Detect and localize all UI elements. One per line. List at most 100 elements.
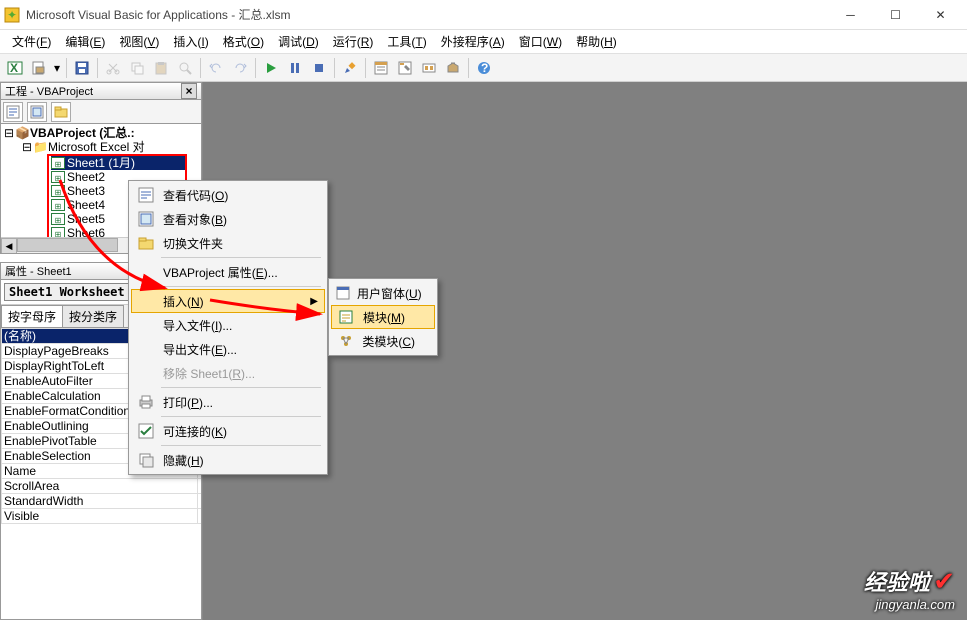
undo-icon[interactable]	[205, 57, 227, 79]
property-row[interactable]: StandardWidth8.38	[2, 494, 202, 509]
ctx-item-label: 查看对象(B)	[163, 211, 227, 228]
project-explorer-icon[interactable]	[370, 57, 392, 79]
design-icon[interactable]	[339, 57, 361, 79]
menu-编辑[interactable]: 编辑(E)	[59, 31, 111, 52]
ctx-item-用户窗体[interactable]: 用户窗体(U)	[331, 281, 435, 305]
run-icon[interactable]	[260, 57, 282, 79]
menu-工具[interactable]: 工具(T)	[381, 31, 432, 52]
pause-icon[interactable]	[284, 57, 306, 79]
class-icon	[335, 331, 356, 351]
blank-icon	[135, 291, 157, 311]
dropdown-arrow-icon[interactable]: ▾	[52, 57, 62, 79]
scroll-left-icon[interactable]: ◀	[1, 238, 17, 254]
copy-icon[interactable]	[126, 57, 148, 79]
menu-窗口[interactable]: 窗口(W)	[513, 31, 568, 52]
menu-插入[interactable]: 插入(I)	[167, 31, 214, 52]
menu-格式[interactable]: 格式(O)	[217, 31, 270, 52]
redo-icon[interactable]	[229, 57, 251, 79]
form-icon	[335, 283, 351, 303]
titlebar: ✦ Microsoft Visual Basic for Application…	[0, 0, 967, 30]
menu-外接程序[interactable]: 外接程序(A)	[435, 31, 511, 52]
tree-root[interactable]: ⊟ 📦 VBAProject (汇总.:	[3, 126, 199, 140]
blank-icon	[135, 363, 157, 383]
excel-icon[interactable]: X	[4, 57, 26, 79]
blank-icon	[135, 339, 157, 359]
save-icon[interactable]	[71, 57, 93, 79]
ctx-item-label: 导出文件(E)...	[163, 341, 237, 358]
obj-icon	[135, 209, 157, 229]
ctx-item-移除 Sheet1: 移除 Sheet1(R)...	[131, 361, 325, 385]
project-panel-toolbar	[0, 100, 202, 124]
cut-icon[interactable]	[102, 57, 124, 79]
menu-运行[interactable]: 运行(R)	[327, 31, 380, 52]
submenu-arrow-icon: ▶	[310, 296, 318, 307]
maximize-button[interactable]: ☐	[873, 1, 918, 29]
ctx-separator	[161, 445, 321, 446]
find-icon[interactable]	[174, 57, 196, 79]
context-menu: 查看代码(O) 查看对象(B) 切换文件夹 VBAProject 属性(E)... 插入…	[128, 180, 328, 475]
check-icon	[135, 421, 157, 441]
ctx-separator	[161, 387, 321, 388]
svg-text:?: ?	[481, 61, 488, 75]
project-panel-close[interactable]: ×	[181, 83, 197, 99]
ctx-item-导出文件[interactable]: 导出文件(E)...	[131, 337, 325, 361]
paste-icon[interactable]	[150, 57, 172, 79]
toggle-folders-icon[interactable]	[51, 102, 71, 122]
view-object-icon[interactable]	[27, 102, 47, 122]
menu-调试[interactable]: 调试(D)	[272, 31, 325, 52]
ctx-separator	[161, 257, 321, 258]
view-code-icon[interactable]	[3, 102, 23, 122]
menubar: 文件(F)编辑(E)视图(V)插入(I)格式(O)调试(D)运行(R)工具(T)…	[0, 30, 967, 54]
ctx-item-label: 插入(N)	[163, 293, 204, 310]
ctx-item-打印[interactable]: 打印(P)...	[131, 390, 325, 414]
code-icon	[135, 185, 157, 205]
blank-icon	[135, 262, 157, 282]
ctx-item-查看对象[interactable]: 查看对象(B)	[131, 207, 325, 231]
tab-alphabetic[interactable]: 按字母序	[1, 305, 63, 327]
ctx-item-label: 可连接的(K)	[163, 423, 227, 440]
folder-icon	[135, 233, 157, 253]
ctx-item-VBAProject 属性[interactable]: VBAProject 属性(E)...	[131, 260, 325, 284]
property-row[interactable]: Visible-1 - xlSheetV	[2, 509, 202, 524]
ctx-item-类模块[interactable]: 类模块(C)	[331, 329, 435, 353]
ctx-separator	[161, 416, 321, 417]
help-icon[interactable]: ?	[473, 57, 495, 79]
ctx-item-导入文件[interactable]: 导入文件(I)...	[131, 313, 325, 337]
toolbar: X ▾ ?	[0, 54, 967, 82]
menu-视图[interactable]: 视图(V)	[113, 31, 165, 52]
property-row[interactable]: ScrollArea	[2, 479, 202, 494]
project-panel-title: 工程 - VBAProject ×	[0, 82, 202, 100]
watermark: 经验啦 ✔ jingyanla.com	[864, 565, 955, 612]
ctx-item-可连接的[interactable]: 可连接的(K)	[131, 419, 325, 443]
tree-sheet-item[interactable]: ⊞Sheet1 (1月)	[51, 156, 185, 170]
menu-帮助[interactable]: 帮助(H)	[570, 31, 623, 52]
ctx-item-label: 移除 Sheet1(R)...	[163, 365, 255, 382]
ctx-item-label: 隐藏(H)	[163, 452, 204, 469]
ctx-item-插入[interactable]: 插入(N) ▶	[131, 289, 325, 313]
toolbox-icon[interactable]	[442, 57, 464, 79]
project-panel-title-text: 工程 - VBAProject	[5, 83, 181, 99]
blank-icon	[135, 315, 157, 335]
object-browser-icon[interactable]	[418, 57, 440, 79]
minimize-button[interactable]: ─	[828, 1, 873, 29]
ctx-item-label: VBAProject 属性(E)...	[163, 264, 278, 281]
ctx-item-模块[interactable]: 模块(M)	[331, 305, 435, 329]
insert-icon[interactable]	[28, 57, 50, 79]
ctx-item-隐藏[interactable]: 隐藏(H)	[131, 448, 325, 472]
ctx-item-label: 打印(P)...	[163, 394, 213, 411]
ctx-item-label: 查看代码(O)	[163, 187, 228, 204]
module-icon	[335, 307, 357, 327]
ctx-item-label: 模块(M)	[363, 309, 405, 326]
app-icon: ✦	[4, 7, 20, 23]
tree-folder[interactable]: ⊟ 📁 Microsoft Excel 对	[3, 140, 199, 154]
tab-categorized[interactable]: 按分类序	[62, 305, 124, 327]
stop-icon[interactable]	[308, 57, 330, 79]
close-button[interactable]: ✕	[918, 1, 963, 29]
menu-文件[interactable]: 文件(F)	[6, 31, 57, 52]
ctx-item-切换文件夹[interactable]: 切换文件夹	[131, 231, 325, 255]
ctx-item-label: 导入文件(I)...	[163, 317, 232, 334]
ctx-item-查看代码[interactable]: 查看代码(O)	[131, 183, 325, 207]
properties-icon[interactable]	[394, 57, 416, 79]
ctx-item-label: 用户窗体(U)	[357, 285, 422, 302]
ctx-item-label: 切换文件夹	[163, 235, 223, 252]
